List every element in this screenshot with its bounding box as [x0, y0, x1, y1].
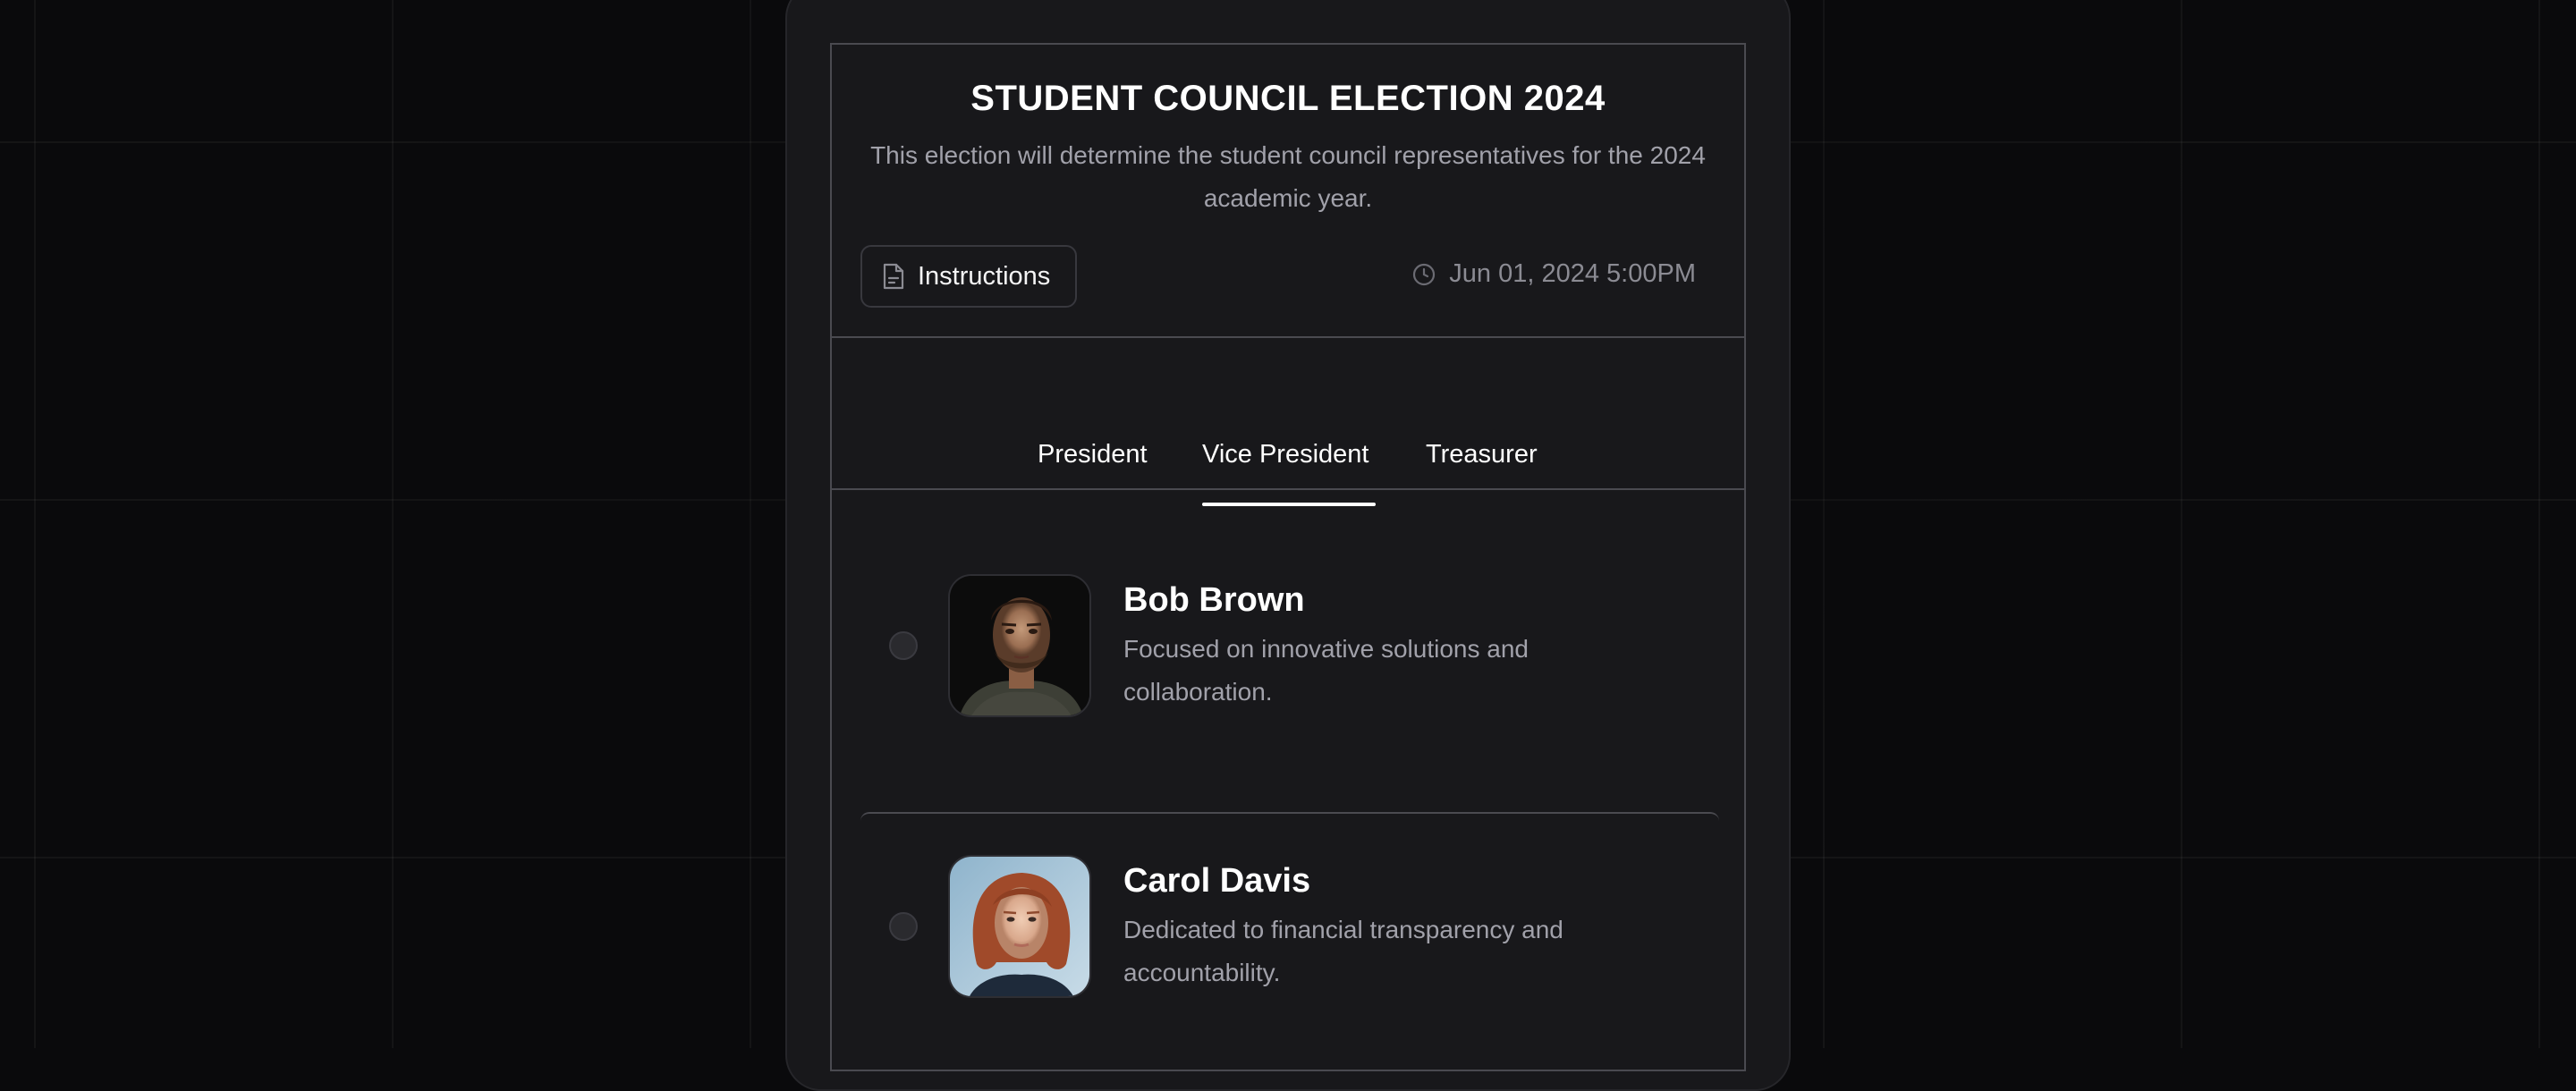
tab-treasurer[interactable]: Treasurer: [1426, 440, 1538, 469]
clock-icon: [1411, 262, 1436, 287]
candidate-description: Dedicated to financial transparency and …: [1123, 909, 1624, 994]
deadline-text: Jun 01, 2024 5:00PM: [1449, 259, 1696, 289]
candidate-name: Bob Brown: [1123, 581, 1305, 620]
document-icon: [882, 263, 905, 290]
candidate-radio[interactable]: [889, 631, 918, 660]
tab-president[interactable]: President: [1038, 440, 1148, 469]
candidate-photo: [948, 855, 1091, 998]
candidate-row[interactable]: Bob Brown Focused on innovative solution…: [860, 490, 1719, 812]
candidate-radio[interactable]: [889, 912, 918, 941]
election-header: STUDENT COUNCIL ELECTION 2024 This elect…: [832, 45, 1744, 338]
tab-vice-president[interactable]: Vice President: [1202, 440, 1368, 469]
instructions-button[interactable]: Instructions: [860, 245, 1077, 308]
page-title: STUDENT COUNCIL ELECTION 2024: [832, 79, 1744, 119]
instructions-label: Instructions: [918, 262, 1050, 292]
election-description: This election will determine the student…: [832, 134, 1744, 220]
ballot-panel: STUDENT COUNCIL ELECTION 2024 This elect…: [830, 43, 1746, 1071]
candidate-description: Focused on innovative solutions and coll…: [1123, 628, 1624, 714]
candidate-row[interactable]: Carol Davis Dedicated to financial trans…: [860, 812, 1719, 1080]
candidate-photo: [948, 574, 1091, 717]
position-tabs: President Vice President Treasurer: [832, 338, 1744, 490]
candidate-name: Carol Davis: [1123, 862, 1310, 901]
election-deadline: Jun 01, 2024 5:00PM: [1411, 259, 1696, 289]
